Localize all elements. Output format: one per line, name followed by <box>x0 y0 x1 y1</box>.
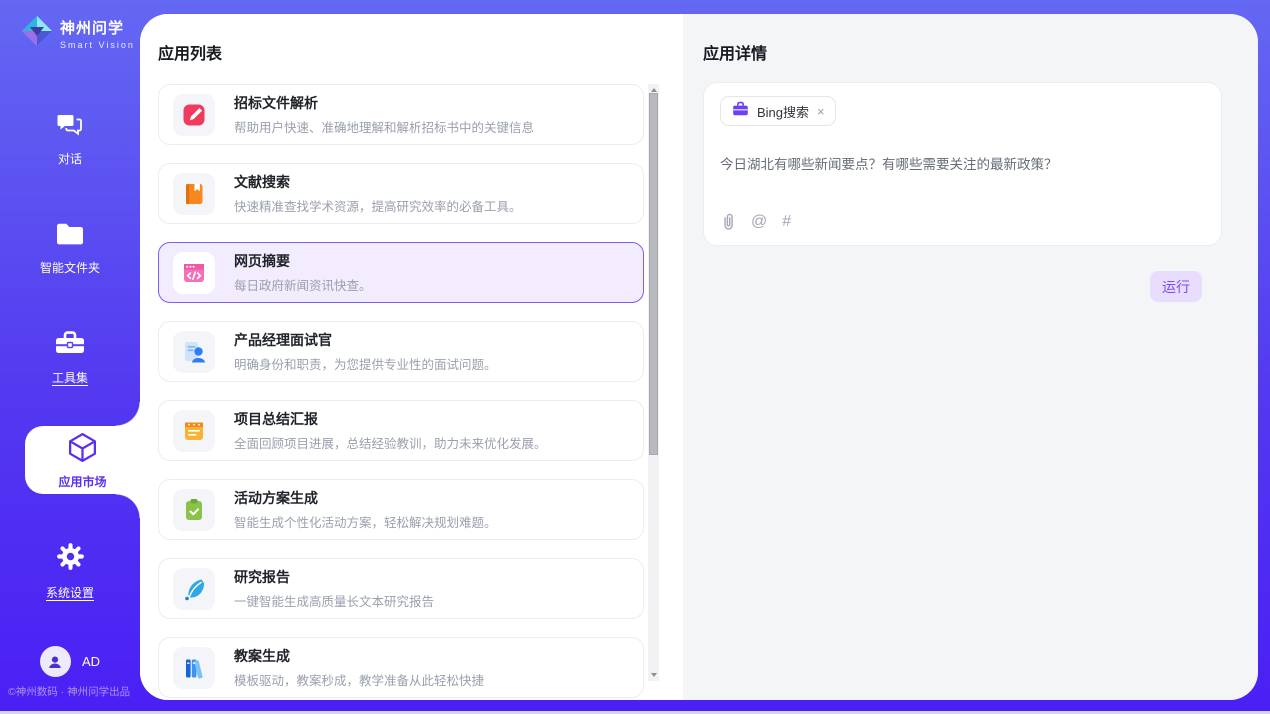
app-card-title: 文献搜索 <box>234 172 522 192</box>
user-name: AD <box>82 654 100 669</box>
app-card-desc: 全面回顾项目进展，总结经验教训，助力未来优化发展。 <box>234 433 547 452</box>
app-card-desc: 模板驱动，教案秒成，教学准备从此轻松快捷 <box>234 670 484 689</box>
toolbox-icon <box>54 329 86 362</box>
tool-chip-bing-search[interactable]: Bing搜索 × <box>720 96 836 126</box>
app-detail-title: 应用详情 <box>703 40 767 64</box>
app-card-title: 研究报告 <box>234 567 434 587</box>
note-icon <box>173 410 215 452</box>
chip-close-icon[interactable]: × <box>817 105 825 118</box>
app-card-desc: 智能生成个性化活动方案，轻松解决规划难题。 <box>234 512 497 531</box>
active-tab-curve-top <box>116 402 140 426</box>
quill-icon <box>173 568 215 610</box>
app-list-scrollbar[interactable] <box>648 84 659 681</box>
prompt-text[interactable]: 今日湖北有哪些新闻要点？有哪些需要关注的最新政策？ <box>720 153 1205 173</box>
app-card-research-report[interactable]: 研究报告 一键智能生成高质量长文本研究报告 <box>158 558 644 619</box>
sidebar-item-label: 应用市场 <box>58 473 106 490</box>
app-list-panel: 应用列表 招标文件解析 帮助用户快速、准确地理解和解析招标书中的关键信息 <box>140 14 683 700</box>
app-card-desc: 快速精准查找学术资源，提高研究效率的必备工具。 <box>234 196 522 215</box>
app-card-desc: 一键智能生成高质量长文本研究报告 <box>234 591 434 610</box>
sidebar-item-label: 智能文件夹 <box>40 259 100 276</box>
sidebar-item-chat[interactable]: 对话 <box>0 111 140 167</box>
at-icon[interactable]: @ <box>751 213 767 231</box>
app-card-literature-search[interactable]: 文献搜索 快速精准查找学术资源，提高研究效率的必备工具。 <box>158 163 644 224</box>
copyright-footer: ©神州数码 · 神州问学出品 <box>8 684 140 699</box>
app-card-title: 产品经理面试官 <box>234 330 497 350</box>
app-card-web-summary[interactable]: 网页摘要 每日政府新闻资讯快查。 <box>158 242 644 303</box>
sidebar-item-settings[interactable]: 系统设置 <box>0 541 140 601</box>
document-edit-icon <box>173 94 215 136</box>
sidebar-item-toolset[interactable]: 工具集 <box>0 329 140 386</box>
app-card-desc: 帮助用户快速、准确地理解和解析招标书中的关键信息 <box>234 117 534 136</box>
brand-subtitle: Smart Vision <box>60 40 135 50</box>
app-card-title: 网页摘要 <box>234 251 372 271</box>
app-logo: 神州问学 Smart Vision <box>20 14 135 53</box>
input-toolbar: @ # <box>720 212 791 231</box>
avatar[interactable] <box>40 646 71 677</box>
sidebar-item-label: 工具集 <box>52 369 88 386</box>
cube-icon <box>66 431 99 469</box>
app-card-title: 项目总结汇报 <box>234 409 547 429</box>
app-list-title: 应用列表 <box>158 40 222 64</box>
sidebar-item-label: 对话 <box>58 150 82 167</box>
app-card-project-summary[interactable]: 项目总结汇报 全面回顾项目进展，总结经验教训，助力未来优化发展。 <box>158 400 644 461</box>
tool-chip-label: Bing搜索 <box>757 102 809 121</box>
browser-code-icon <box>173 252 215 294</box>
sidebar: 神州问学 Smart Vision 对话 智能文件夹 <box>0 0 140 714</box>
main-panel: 应用列表 招标文件解析 帮助用户快速、准确地理解和解析招标书中的关键信息 <box>140 14 1258 700</box>
app-card-event-plan[interactable]: 活动方案生成 智能生成个性化活动方案，轻松解决规划难题。 <box>158 479 644 540</box>
chat-icon <box>56 111 84 143</box>
books-icon <box>173 647 215 689</box>
brand-name: 神州问学 <box>60 17 135 38</box>
app-card-title: 活动方案生成 <box>234 488 497 508</box>
app-card-title: 教案生成 <box>234 646 484 666</box>
clipboard-check-icon <box>173 489 215 531</box>
book-icon <box>173 173 215 215</box>
scrollbar-thumb[interactable] <box>649 93 658 455</box>
app-card-desc: 每日政府新闻资讯快查。 <box>234 275 372 294</box>
user-row: AD <box>0 646 140 677</box>
sidebar-item-label: 系统设置 <box>46 584 94 601</box>
active-tab-curve-bottom <box>116 494 140 518</box>
brand-diamond-icon <box>20 14 54 53</box>
app-card-title: 招标文件解析 <box>234 93 534 113</box>
paperclip-icon[interactable] <box>720 212 736 231</box>
folder-icon <box>55 221 85 252</box>
prompt-card[interactable]: Bing搜索 × 今日湖北有哪些新闻要点？有哪些需要关注的最新政策？ @ # <box>703 82 1222 246</box>
app-card-pm-interviewer[interactable]: 产品经理面试官 明确身份和职责，为您提供专业性的面试问题。 <box>158 321 644 382</box>
scrollbar-down-arrow[interactable] <box>648 669 659 681</box>
app-card-lesson-plan[interactable]: 教案生成 模板驱动，教案秒成，教学准备从此轻松快捷 <box>158 637 644 698</box>
hash-icon[interactable]: # <box>782 213 791 231</box>
briefcase-icon <box>732 101 749 122</box>
gear-icon <box>55 541 86 577</box>
app-card-tender-analysis[interactable]: 招标文件解析 帮助用户快速、准确地理解和解析招标书中的关键信息 <box>158 84 644 145</box>
run-button[interactable]: 运行 <box>1150 271 1202 302</box>
app-cards: 招标文件解析 帮助用户快速、准确地理解和解析招标书中的关键信息 文献搜索 快速精… <box>158 84 646 700</box>
interviewer-icon <box>173 331 215 373</box>
sidebar-item-smart-folder[interactable]: 智能文件夹 <box>0 221 140 276</box>
app-detail-panel: 应用详情 Bing搜索 × 今日湖北有哪些新闻要点？有哪些需要关注的最新政策？ <box>683 14 1258 700</box>
app-card-desc: 明确身份和职责，为您提供专业性的面试问题。 <box>234 354 497 373</box>
sidebar-item-app-market[interactable]: 应用市场 <box>25 426 140 494</box>
